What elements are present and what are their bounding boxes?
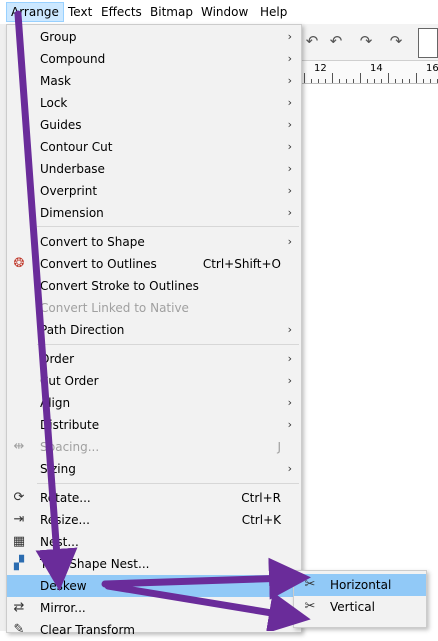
menu-separator (37, 226, 299, 227)
menu-item-path-direction[interactable]: Path Direction › (7, 319, 301, 341)
menu-item-guides[interactable]: Guides › (7, 114, 301, 136)
menu-separator (37, 344, 299, 345)
ruler-tick (409, 79, 410, 83)
menu-effects[interactable]: Effects (97, 3, 146, 21)
menu-item-nest[interactable]: ▦ Nest... (7, 531, 301, 553)
ruler-tick (402, 79, 403, 83)
menu-arrange[interactable]: Arrange (6, 2, 64, 22)
ruler-tick (346, 79, 347, 83)
redo-icon[interactable]: ↷ (356, 32, 376, 50)
menu-item-align[interactable]: Align › (7, 392, 301, 414)
menu-item-order[interactable]: Order › (7, 348, 301, 370)
menu-item-compound[interactable]: Compound › (7, 48, 301, 70)
menu-item-mirror[interactable]: ⇄ Mirror... (7, 597, 301, 619)
submenu-item-horizontal[interactable]: ✂ Horizontal (294, 574, 426, 596)
ruler-tick (395, 79, 396, 83)
menu-item-cut-order[interactable]: Cut Order › (7, 370, 301, 392)
menu-item-spacing: ⇹ Spacing... J (7, 436, 301, 458)
ruler-tick (388, 73, 389, 83)
undo-icon[interactable]: ↶ (302, 32, 322, 50)
menu-bar: Arrange Text Effects Bitmap Window Help (0, 0, 438, 25)
ruler-tick (339, 79, 340, 83)
menu-item-rotate[interactable]: ⟳ Rotate... Ctrl+R (7, 487, 301, 509)
ruler-label: 16 (426, 63, 438, 74)
deskew-submenu: ✂ Horizontal ✂ Vertical (293, 570, 427, 628)
menu-separator (37, 483, 299, 484)
outline-icon: ❂ (13, 256, 25, 271)
ruler-tick (332, 73, 333, 83)
resize-icon: ⇥ (13, 512, 25, 527)
rotate-icon: ⟳ (13, 490, 25, 505)
menu-item-contour-cut[interactable]: Contour Cut › (7, 136, 301, 158)
menu-item-mask[interactable]: Mask › (7, 70, 301, 92)
mirror-icon: ⇄ (13, 600, 25, 615)
menu-item-clear-transform[interactable]: ✎ Clear Transform (7, 619, 301, 641)
deskew-horizontal-icon: ✂ (304, 577, 316, 592)
true-shape-nest-icon: ▞ (14, 556, 24, 571)
menu-item-overprint[interactable]: Overprint › (7, 180, 301, 202)
ruler-tick (360, 73, 361, 83)
menu-item-resize[interactable]: ⇥ Resize... Ctrl+K (7, 509, 301, 531)
ruler-tick (430, 79, 431, 83)
menu-item-true-shape-nest[interactable]: ▞ True Shape Nest... (7, 553, 301, 575)
ruler-tick (416, 73, 417, 83)
ruler-tick (423, 79, 424, 83)
menu-item-distribute[interactable]: Distribute › (7, 414, 301, 436)
menu-item-sizing[interactable]: Sizing › (7, 458, 301, 480)
menu-window[interactable]: Window (197, 3, 252, 21)
menu-item-group[interactable]: Group › (7, 26, 301, 48)
ruler-label: 12 (314, 63, 327, 74)
tool-options-icon[interactable] (418, 28, 438, 58)
horizontal-ruler: 12 14 16 (300, 60, 438, 84)
spacing-icon: ⇹ (13, 439, 25, 454)
menu-item-lock[interactable]: Lock › (7, 92, 301, 114)
menu-text[interactable]: Text (64, 3, 96, 21)
menu-help[interactable]: Help (256, 3, 291, 21)
arrange-menu: Group › Compound › Mask › Lock › Guides › Con… (6, 24, 302, 637)
ruler-tick (353, 79, 354, 83)
menu-item-convert-to-shape[interactable]: Convert to Shape › (7, 231, 301, 253)
ruler-label: 14 (370, 63, 383, 74)
ruler-tick (304, 73, 305, 83)
submenu-item-vertical[interactable]: ✂ Vertical (294, 596, 426, 618)
ruler-tick (325, 79, 326, 83)
menu-item-deskew[interactable]: Deskew (7, 575, 301, 597)
menu-item-convert-to-outlines[interactable]: ❂ Convert to Outlines Ctrl+Shift+O (7, 253, 301, 275)
nest-icon: ▦ (12, 534, 26, 549)
menu-item-dimension[interactable]: Dimension › (7, 202, 301, 224)
ruler-tick (374, 79, 375, 83)
ruler-tick (318, 79, 319, 83)
clear-transform-icon: ✎ (13, 622, 25, 637)
deskew-vertical-icon: ✂ (304, 599, 316, 614)
redo-list-icon[interactable]: ↷ (386, 32, 406, 50)
menu-item-underbase[interactable]: Underbase › (7, 158, 301, 180)
menu-bitmap[interactable]: Bitmap (146, 3, 197, 21)
ruler-tick (381, 79, 382, 83)
undo-list-icon[interactable]: ↶ (326, 32, 346, 50)
menu-item-convert-stroke-to-outlines[interactable]: Convert Stroke to Outlines (7, 275, 301, 297)
ruler-tick (367, 79, 368, 83)
menu-item-convert-linked-to-native: Convert Linked to Native (40, 301, 189, 315)
ruler-tick (311, 79, 312, 83)
